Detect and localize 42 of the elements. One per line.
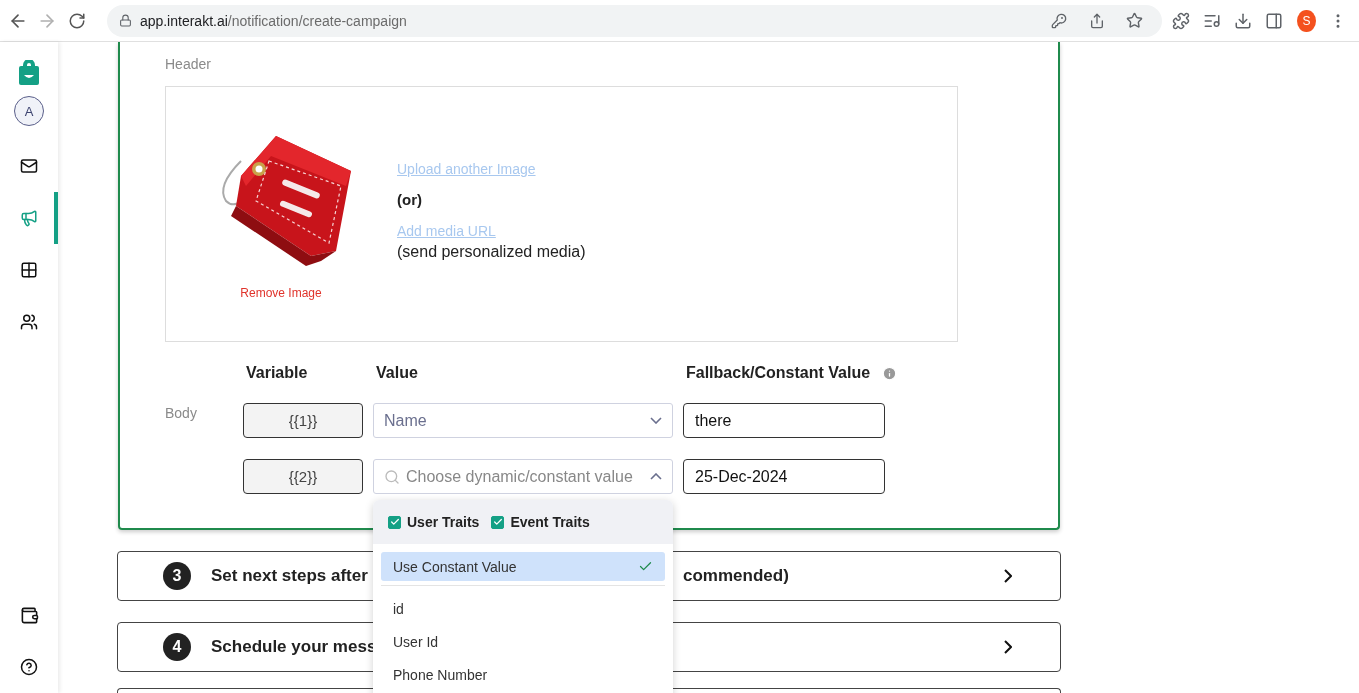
bag-logo-icon <box>18 60 40 86</box>
mail-icon <box>20 157 38 175</box>
step-number: 3 <box>163 562 191 590</box>
value-select[interactable]: Name <box>373 403 673 438</box>
search-icon <box>384 468 400 485</box>
filter-label: User Traits <box>407 514 480 530</box>
filter-label: Event Traits <box>510 514 590 530</box>
help-icon <box>20 658 38 676</box>
column-header: Fallback/Constant Value <box>686 364 871 382</box>
address-bar[interactable]: app.interakt.ai/notification/create-campaign <box>106 4 1162 37</box>
checkbox[interactable] <box>388 515 401 529</box>
variable-field: {{2}} <box>243 459 363 494</box>
wallet-icon <box>19 605 39 625</box>
step-title: commended) <box>683 566 789 586</box>
users-icon <box>20 313 38 331</box>
trait-filter[interactable]: Event Traits <box>491 514 590 530</box>
dropdown-option[interactable]: User Id <box>381 627 665 656</box>
column-header: Variable <box>245 364 309 382</box>
chevron-up-icon <box>650 473 662 480</box>
grid-icon <box>20 261 38 279</box>
value-select[interactable]: Choose dynamic/constant value <box>373 459 673 494</box>
reload-icon <box>68 11 87 30</box>
variable-field: {{1}} <box>243 403 363 438</box>
trait-filter[interactable]: User Traits <box>388 514 480 530</box>
remove-image-link[interactable]: Remove Image <box>240 286 322 300</box>
media-url-note: (send personalized media) <box>397 243 586 261</box>
megaphone-icon <box>20 209 38 227</box>
step-number: 4 <box>163 633 191 661</box>
fallback-field[interactable]: there <box>683 403 885 438</box>
dropdown-option[interactable]: Use Constant Value <box>381 552 665 581</box>
step-title: Set next steps after <box>211 566 368 586</box>
body-label: Body <box>165 404 198 421</box>
header-label: Header <box>165 56 212 72</box>
chevron-down-icon <box>650 417 662 424</box>
lock-icon <box>118 14 132 27</box>
checkbox[interactable] <box>491 515 505 529</box>
account-avatar[interactable]: A <box>14 96 44 126</box>
or-text: (or) <box>397 191 423 208</box>
column-header: Value <box>375 364 419 382</box>
url-text: app.interakt.ai/notification/create-campaign <box>139 12 408 29</box>
info-icon[interactable] <box>882 365 898 381</box>
fallback-field[interactable]: 25-Dec-2024 <box>683 459 885 494</box>
